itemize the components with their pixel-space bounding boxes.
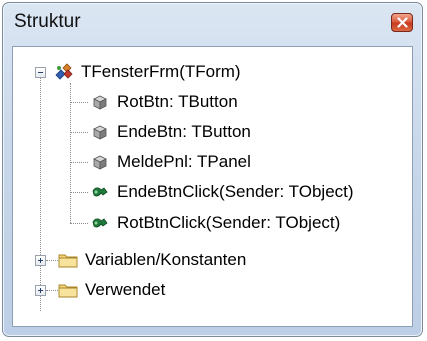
tree-node-endebtn[interactable]: EndeBtn: TButton: [90, 120, 251, 144]
title-bar[interactable]: Struktur: [3, 3, 422, 43]
tree-node-label: RotBtnClick(Sender: TObject): [117, 213, 341, 232]
folder-icon: [58, 284, 78, 298]
form-icon: [55, 63, 73, 80]
component-icon: [93, 125, 107, 140]
tree-node-root[interactable]: TFensterFrm(TForm): [54, 60, 241, 84]
tree-node-label: RotBtn: TButton: [117, 92, 238, 111]
tree-node-variablen-konstanten[interactable]: Variablen/Konstanten: [58, 248, 246, 272]
close-icon: [397, 17, 408, 28]
tree-node-label: Verwendet: [85, 280, 166, 299]
tree-node-label: MeldePnl: TPanel: [117, 152, 251, 171]
tree-connector: [46, 260, 58, 261]
tree-node-label: TFensterFrm(TForm): [81, 62, 241, 81]
tree-connector: [70, 223, 88, 224]
tree-connector: [40, 67, 41, 311]
tree-node-label: EndeBtn: TButton: [117, 122, 251, 141]
tree-connector: [46, 290, 58, 291]
structure-tree[interactable]: TFensterFrm(TForm) RotBtn: TButton EndeB…: [12, 46, 413, 327]
expand-toggle[interactable]: [35, 285, 46, 296]
tree-connector: [70, 162, 88, 163]
tree-connector: [70, 192, 88, 193]
folder-icon: [58, 254, 78, 268]
component-icon: [93, 95, 107, 110]
method-icon: [92, 218, 108, 228]
close-button[interactable]: [391, 13, 413, 32]
tree-node-rotbtnclick[interactable]: RotBtnClick(Sender: TObject): [90, 211, 340, 235]
tree-node-meldepnl[interactable]: MeldePnl: TPanel: [90, 150, 251, 174]
tree-connector: [70, 83, 71, 223]
tree-node-label: EndeBtnClick(Sender: TObject): [117, 182, 354, 201]
window-title: Struktur: [14, 11, 81, 32]
component-icon: [93, 155, 107, 170]
expand-toggle[interactable]: [35, 255, 46, 266]
tree-node-verwendet[interactable]: Verwendet: [58, 278, 165, 302]
tree-node-rotbtn[interactable]: RotBtn: TButton: [90, 90, 238, 114]
method-icon: [92, 187, 108, 197]
structure-window: Struktur TFensterFrm(TForm) RotBtn: TBut…: [2, 2, 423, 337]
tree-node-endebtnclick[interactable]: EndeBtnClick(Sender: TObject): [90, 180, 354, 204]
tree-node-label: Variablen/Konstanten: [85, 250, 247, 269]
tree-connector: [70, 132, 88, 133]
tree-connector: [70, 102, 88, 103]
collapse-toggle[interactable]: [35, 67, 46, 78]
